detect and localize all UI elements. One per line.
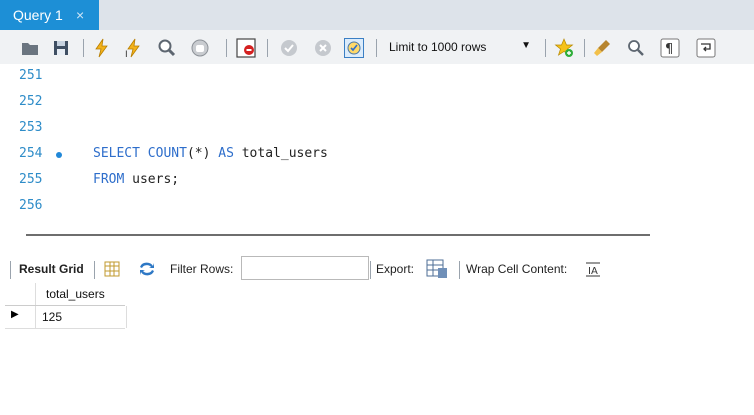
invisible-chars-icon[interactable]: ¶ <box>660 38 680 58</box>
close-icon[interactable]: × <box>76 7 84 23</box>
star-add-icon[interactable] <box>554 38 574 58</box>
svg-text:IA: IA <box>588 266 598 277</box>
column-header[interactable]: total_users <box>46 287 105 301</box>
wrap-icon[interactable] <box>696 38 716 58</box>
toolbar-separator <box>370 261 371 279</box>
sql-keyword: SELECT <box>93 146 140 161</box>
grid-form-icon[interactable] <box>104 261 120 277</box>
grid-corner <box>5 283 36 305</box>
query-toolbar: I ¶ <box>0 30 754 65</box>
filter-rows-input[interactable] <box>241 256 369 280</box>
horizontal-scrollbar[interactable] <box>26 234 650 236</box>
rollback-icon[interactable] <box>313 38 333 58</box>
beautify-icon[interactable] <box>592 38 612 58</box>
results-toolbar: Result Grid Filter Rows: Export: Wrap Ce… <box>0 258 754 282</box>
grid-header-row: total_users <box>5 283 125 306</box>
wrap-cell-icon[interactable]: IA <box>585 261 601 277</box>
toggle-error-icon[interactable] <box>236 38 256 58</box>
statement-marker-icon <box>56 152 62 158</box>
sql-keyword: COUNT <box>147 146 187 161</box>
sql-keyword: AS <box>218 146 234 161</box>
toolbar-separator <box>545 39 546 57</box>
save-icon[interactable] <box>51 38 71 58</box>
line-number: 252 <box>19 94 43 109</box>
stop-icon[interactable] <box>190 38 210 58</box>
editor-line: 255 FROM users; <box>0 168 754 194</box>
toolbar-separator <box>267 39 268 57</box>
toolbar-separator <box>376 39 377 57</box>
limit-rows-select[interactable]: Limit to 1000 rows ▼ <box>383 38 539 56</box>
tab-label: Query 1 <box>13 7 63 23</box>
editor-line: 256 <box>0 194 754 220</box>
svg-text:¶: ¶ <box>665 42 673 57</box>
line-number: 256 <box>19 198 43 213</box>
export-icon[interactable] <box>426 259 448 279</box>
chevron-down-icon: ▼ <box>521 40 531 51</box>
execute-icon[interactable] <box>92 38 112 58</box>
results-panel: Result Grid Filter Rows: Export: Wrap Ce… <box>0 240 754 415</box>
cell-value[interactable]: 125 <box>42 310 62 324</box>
tab-query-1[interactable]: Query 1 × <box>0 0 99 30</box>
result-grid[interactable]: total_users ▶ 125 <box>5 283 127 331</box>
svg-text:I: I <box>125 50 128 58</box>
line-number: 251 <box>19 68 43 83</box>
toolbar-separator <box>226 39 227 57</box>
refresh-icon[interactable] <box>138 261 156 277</box>
execute-current-icon[interactable]: I <box>124 38 144 58</box>
line-number: 253 <box>19 120 43 135</box>
line-number: 254 <box>19 146 43 161</box>
filter-rows-label: Filter Rows: <box>170 262 234 276</box>
toolbar-separator <box>94 261 95 279</box>
line-number: 255 <box>19 172 43 187</box>
wrap-cell-content-label: Wrap Cell Content: <box>466 262 568 276</box>
editor-line: 254 SELECT COUNT(*) AS total_users <box>0 142 754 168</box>
limit-rows-label: Limit to 1000 rows <box>389 40 487 54</box>
code-text: SELECT COUNT(*) AS total_users <box>93 146 328 161</box>
code-text: FROM users; <box>93 172 180 187</box>
row-pointer-icon: ▶ <box>11 309 19 320</box>
find-icon[interactable] <box>626 38 646 58</box>
commit-icon[interactable] <box>279 38 299 58</box>
toolbar-separator <box>459 261 460 279</box>
export-label: Export: <box>376 262 415 276</box>
toolbar-separator <box>584 39 585 57</box>
editor-line: 252 <box>0 90 754 116</box>
editor-line: 253 <box>0 116 754 142</box>
editor-line: 251 <box>0 64 754 90</box>
result-grid-tab[interactable]: Result Grid <box>19 262 84 276</box>
sql-editor[interactable]: 251 252 253 254 SELECT COUNT(*) AS total… <box>0 64 754 224</box>
table-row[interactable]: ▶ 125 <box>5 306 127 329</box>
toolbar-separator <box>83 39 84 57</box>
tab-bar: Query 1 × <box>0 0 754 30</box>
explain-icon[interactable] <box>156 38 176 58</box>
autocommit-icon[interactable] <box>344 38 364 58</box>
toolbar-separator <box>10 261 11 279</box>
sql-keyword: FROM <box>93 172 125 187</box>
open-folder-icon[interactable] <box>20 38 40 58</box>
